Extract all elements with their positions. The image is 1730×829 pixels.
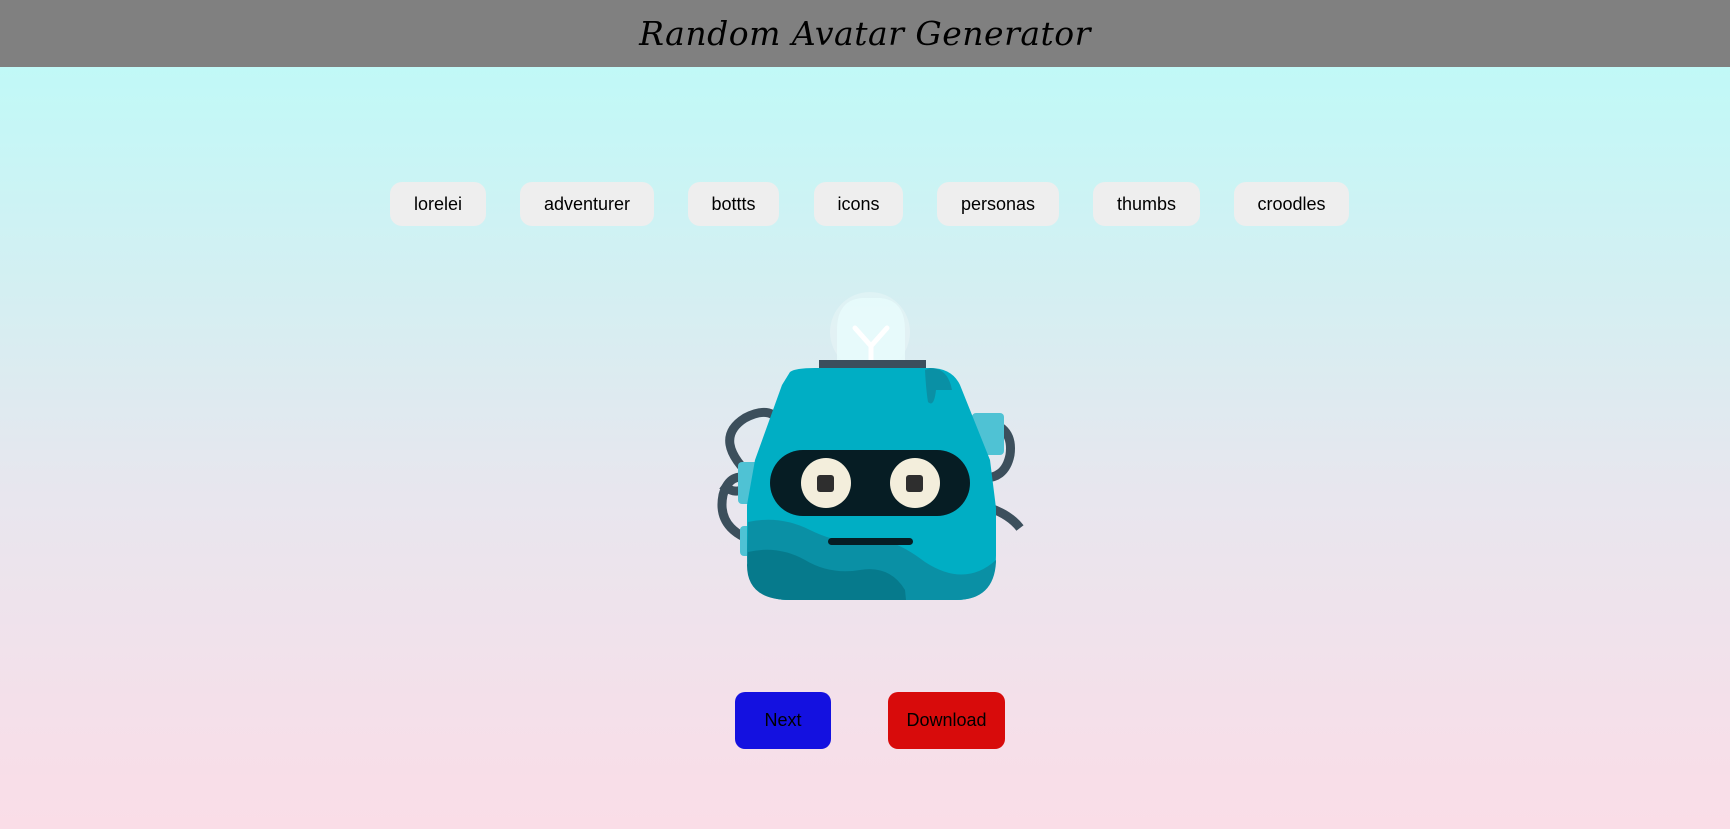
style-button-thumbs[interactable]: thumbs [1093, 182, 1200, 226]
style-button-adventurer[interactable]: adventurer [520, 182, 654, 226]
style-button-personas[interactable]: personas [937, 182, 1059, 226]
app-header: Random Avatar Generator [0, 0, 1730, 67]
style-button-icons[interactable]: icons [814, 182, 903, 226]
style-button-bottts[interactable]: bottts [688, 182, 779, 226]
download-button[interactable]: Download [888, 692, 1005, 749]
style-button-lorelei[interactable]: lorelei [390, 182, 486, 226]
robot-avatar-icon [717, 292, 1024, 600]
next-button[interactable]: Next [735, 692, 831, 749]
page-title: Random Avatar Generator [639, 14, 1091, 53]
style-button-croodles[interactable]: croodles [1234, 182, 1349, 226]
